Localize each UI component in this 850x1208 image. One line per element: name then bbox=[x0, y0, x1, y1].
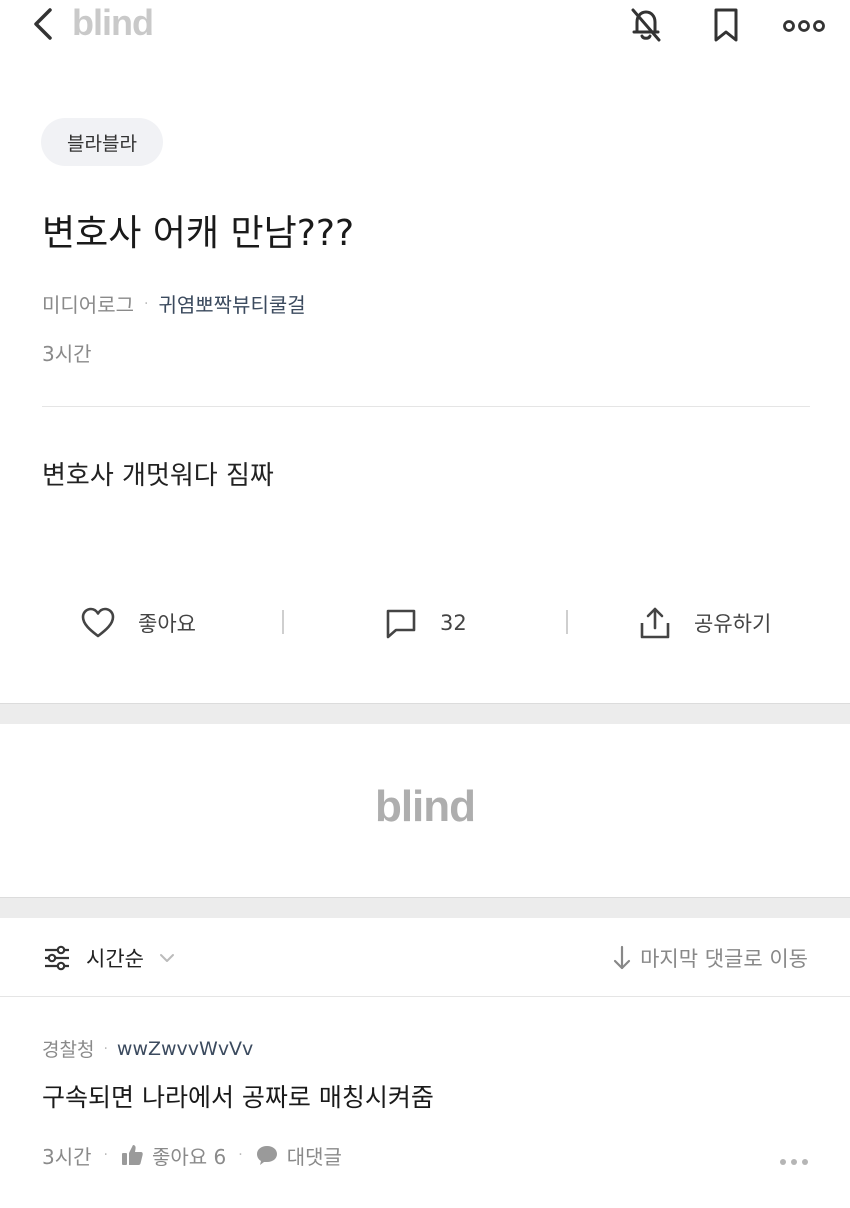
jump-to-last-comment-button[interactable]: 마지막 댓글로 이동 bbox=[612, 936, 808, 980]
bell-off-icon bbox=[631, 8, 661, 42]
comment-button[interactable]: 32 bbox=[384, 598, 467, 648]
reply-button[interactable]: 대댓글 bbox=[255, 1141, 342, 1170]
sort-dropdown[interactable]: 시간순 bbox=[42, 936, 176, 980]
divider bbox=[0, 996, 850, 997]
bookmark-icon bbox=[714, 8, 738, 42]
divider bbox=[42, 406, 810, 407]
chevron-left-icon bbox=[34, 8, 52, 40]
bookmark-button[interactable] bbox=[704, 2, 748, 46]
jump-label: 마지막 댓글로 이동 bbox=[640, 947, 808, 971]
share-button[interactable]: 공유하기 bbox=[638, 598, 771, 648]
post-body: 변호사 개멋워다 짐짜 bbox=[42, 461, 274, 491]
arrow-down-icon bbox=[613, 945, 631, 970]
comment-footer: 3시간 · 좋아요 6 · 대댓글 bbox=[42, 1137, 342, 1173]
thumbs-up-icon bbox=[121, 1145, 143, 1165]
comment-like-label: 좋아요 6 bbox=[151, 1144, 227, 1169]
meta-separator: · bbox=[103, 1040, 108, 1057]
comment-text: 구속되면 나라에서 공짜로 매칭시켜줌 bbox=[42, 1083, 434, 1112]
like-label: 좋아요 bbox=[138, 612, 196, 636]
section-divider-band bbox=[0, 703, 850, 724]
filter-sliders-icon bbox=[45, 945, 69, 971]
comment-time: 3시간 bbox=[42, 1144, 92, 1169]
reply-label: 대댓글 bbox=[286, 1144, 342, 1169]
comment-company: 경찰청 bbox=[42, 1039, 95, 1061]
share-label: 공유하기 bbox=[694, 612, 772, 636]
share-icon bbox=[640, 607, 670, 639]
post-title: 변호사 어캐 만남??? bbox=[42, 213, 355, 254]
meta-separator: · bbox=[238, 1147, 243, 1163]
meta-separator: · bbox=[103, 1147, 108, 1163]
post-author-meta: 미디어로그 · 귀염뽀짝뷰티쿨걸 bbox=[42, 289, 306, 318]
comment-icon bbox=[386, 609, 416, 639]
more-horizontal-icon bbox=[783, 20, 825, 32]
comment-author-meta: 경찰청 · wwZwvvWvVv bbox=[42, 1035, 253, 1062]
section-divider-band bbox=[0, 897, 850, 918]
post-time: 3시간 bbox=[42, 342, 92, 366]
category-chip[interactable]: 블라블라 bbox=[41, 118, 163, 166]
app-logo[interactable]: blind bbox=[72, 2, 154, 44]
author-company: 미디어로그 bbox=[42, 293, 134, 317]
chevron-down-icon bbox=[159, 954, 174, 962]
dot-icon bbox=[791, 1159, 797, 1165]
comment-nickname[interactable]: wwZwvvWvVv bbox=[117, 1038, 253, 1060]
comment-like-button[interactable]: 좋아요 6 bbox=[120, 1141, 226, 1170]
comment-count: 32 bbox=[440, 611, 467, 635]
meta-separator: · bbox=[144, 295, 149, 312]
back-button[interactable] bbox=[28, 4, 64, 44]
speech-bubble-icon bbox=[256, 1146, 277, 1165]
dot-icon bbox=[802, 1159, 808, 1165]
more-options-button[interactable] bbox=[782, 2, 826, 46]
comment-more-button[interactable] bbox=[774, 1150, 814, 1174]
heart-icon bbox=[81, 607, 115, 638]
dot-icon bbox=[780, 1159, 786, 1165]
blind-banner-logo: blind bbox=[374, 782, 476, 831]
action-separator bbox=[282, 610, 284, 634]
sort-label: 시간순 bbox=[86, 947, 144, 971]
action-separator bbox=[566, 610, 568, 634]
like-button[interactable]: 좋아요 bbox=[80, 598, 196, 648]
notification-off-button[interactable] bbox=[624, 2, 668, 46]
author-nickname[interactable]: 귀염뽀짝뷰티쿨걸 bbox=[158, 289, 305, 318]
